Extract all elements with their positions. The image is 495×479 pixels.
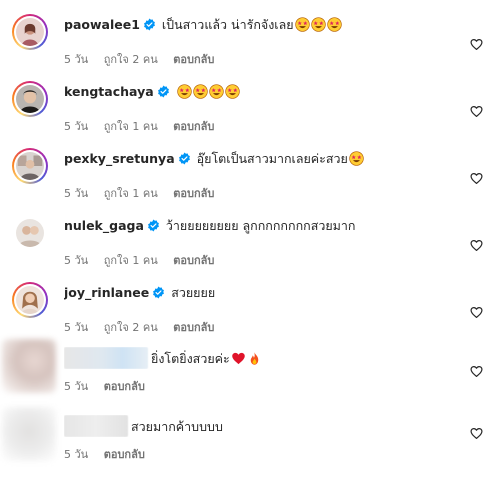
comment-time: 5 วัน <box>64 187 89 200</box>
star-struck-emoji <box>192 84 208 99</box>
comment-username[interactable]: paowalee1 <box>64 17 140 32</box>
comment-text: ยิ่งโตยิ่งสวยค่ะ <box>64 347 445 369</box>
avatar <box>16 152 44 180</box>
fire-emoji <box>250 352 258 365</box>
comment-meta: 5 วัน ตอบกลับ <box>64 445 157 463</box>
comments-list: paowalee1 เป็นสาวแล้ว น่ารักจังเลย 5 วัน … <box>0 0 495 479</box>
heart-outline-icon[interactable] <box>470 239 483 252</box>
comment-item: ยิ่งโตยิ่งสวยค่ะ 5 วัน ตอบกลับ <box>0 339 495 410</box>
star-struck-emoji <box>224 84 240 99</box>
reply-button[interactable]: ตอบกลับ <box>173 321 214 334</box>
comment-body: ว้ายยยยยยยย ลูกกกกกกกกสวยมาก <box>165 218 356 233</box>
comment-likes[interactable]: ถูกใจ 2 คน <box>104 321 158 334</box>
comment-time: 5 วัน <box>64 321 89 334</box>
comment-body: เป็นสาวแล้ว น่ารักจังเลย <box>161 17 294 32</box>
heart-outline-icon[interactable] <box>470 105 483 118</box>
comment-username[interactable]: pexky_sretunya <box>64 151 175 166</box>
heart-outline-icon[interactable] <box>470 172 483 185</box>
comment-meta: 5 วัน ตอบกลับ <box>64 377 157 395</box>
comment-body: สวยมากค้าบบบบ <box>131 419 223 434</box>
comment-time: 5 วัน <box>64 254 89 267</box>
avatar <box>16 85 44 113</box>
star-struck-emoji <box>349 151 364 166</box>
verified-badge-icon <box>147 219 159 232</box>
comment-meta: 5 วัน ถูกใจ 2 คน ตอบกลับ <box>64 318 226 336</box>
comment-item: pexky_sretunya อุ๊ยโตเป็นสาวมากเลยค่ะสวย … <box>0 148 495 215</box>
avatar-ring[interactable] <box>12 14 48 50</box>
star-struck-emoji <box>208 84 224 99</box>
avatar-ring[interactable] <box>2 407 56 461</box>
comment-text: kengtachaya <box>64 83 445 101</box>
verified-badge-icon <box>157 85 169 98</box>
avatar <box>16 18 44 46</box>
heart-outline-icon[interactable] <box>470 38 483 51</box>
comment-meta: 5 วัน ถูกใจ 1 คน ตอบกลับ <box>64 184 226 202</box>
comment-time: 5 วัน <box>64 120 89 133</box>
comment-text: paowalee1 เป็นสาวแล้ว น่ารักจังเลย <box>64 16 445 34</box>
red-heart-emoji <box>232 352 245 365</box>
star-struck-emoji <box>310 17 326 32</box>
blurred-username[interactable] <box>64 347 148 369</box>
avatar-ring[interactable] <box>2 339 56 393</box>
blurred-avatar <box>2 407 56 461</box>
comment-likes[interactable]: ถูกใจ 1 คน <box>104 187 158 200</box>
reply-button[interactable]: ตอบกลับ <box>173 120 214 133</box>
comment-username[interactable]: nulek_gaga <box>64 218 144 233</box>
heart-outline-icon[interactable] <box>470 427 483 440</box>
reply-button[interactable]: ตอบกลับ <box>173 254 214 267</box>
avatar-ring[interactable] <box>12 215 48 251</box>
star-struck-emoji <box>294 17 310 32</box>
avatar-ring[interactable] <box>12 81 48 117</box>
heart-outline-icon[interactable] <box>470 306 483 319</box>
comment-time: 5 วัน <box>64 380 89 393</box>
comment-item: nulek_gaga ว้ายยยยยยยย ลูกกกกกกกกสวยมาก 5… <box>0 215 495 282</box>
verified-badge-icon <box>153 286 165 299</box>
avatar <box>16 219 44 247</box>
comment-meta: 5 วัน ถูกใจ 1 คน ตอบกลับ <box>64 117 226 135</box>
comment-time: 5 วัน <box>64 53 89 66</box>
reply-button[interactable]: ตอบกลับ <box>104 380 145 393</box>
comment-text: nulek_gaga ว้ายยยยยยยย ลูกกกกกกกกสวยมาก <box>64 217 445 235</box>
comment-item: joy_rinlanee สวยยยย 5 วัน ถูกใจ 2 คน ตอบก… <box>0 282 495 349</box>
avatar <box>16 286 44 314</box>
reply-button[interactable]: ตอบกลับ <box>173 53 214 66</box>
comment-body: อุ๊ยโตเป็นสาวมากเลยค่ะสวย <box>196 151 348 166</box>
heart-outline-icon[interactable] <box>470 365 483 378</box>
comment-item: สวยมากค้าบบบบ 5 วัน ตอบกลับ <box>0 407 495 478</box>
comment-text: สวยมากค้าบบบบ <box>64 415 445 437</box>
verified-badge-icon <box>178 152 190 165</box>
comment-username[interactable]: kengtachaya <box>64 84 154 99</box>
reply-button[interactable]: ตอบกลับ <box>104 448 145 461</box>
verified-badge-icon <box>143 18 155 31</box>
comment-time: 5 วัน <box>64 448 89 461</box>
star-struck-emoji <box>326 17 342 32</box>
comment-meta: 5 วัน ถูกใจ 1 คน ตอบกลับ <box>64 251 226 269</box>
blurred-username[interactable] <box>64 415 128 437</box>
comment-item: paowalee1 เป็นสาวแล้ว น่ารักจังเลย 5 วัน … <box>0 14 495 81</box>
comment-item: kengtachaya 5 วัน ถูกใจ 1 คน ตอบกลับ <box>0 81 495 148</box>
avatar-ring[interactable] <box>12 148 48 184</box>
comment-text: pexky_sretunya อุ๊ยโตเป็นสาวมากเลยค่ะสวย <box>64 150 445 168</box>
star-struck-emoji <box>176 84 192 99</box>
comment-body: สวยยยย <box>171 285 216 300</box>
comment-text: joy_rinlanee สวยยยย <box>64 284 445 302</box>
comment-body: ยิ่งโตยิ่งสวยค่ะ <box>151 351 230 366</box>
reply-button[interactable]: ตอบกลับ <box>173 187 214 200</box>
blurred-avatar <box>2 339 56 393</box>
comment-likes[interactable]: ถูกใจ 2 คน <box>104 53 158 66</box>
avatar-ring[interactable] <box>12 282 48 318</box>
comment-likes[interactable]: ถูกใจ 1 คน <box>104 254 158 267</box>
comment-username[interactable]: joy_rinlanee <box>64 285 149 300</box>
comment-meta: 5 วัน ถูกใจ 2 คน ตอบกลับ <box>64 50 226 68</box>
comment-likes[interactable]: ถูกใจ 1 คน <box>104 120 158 133</box>
